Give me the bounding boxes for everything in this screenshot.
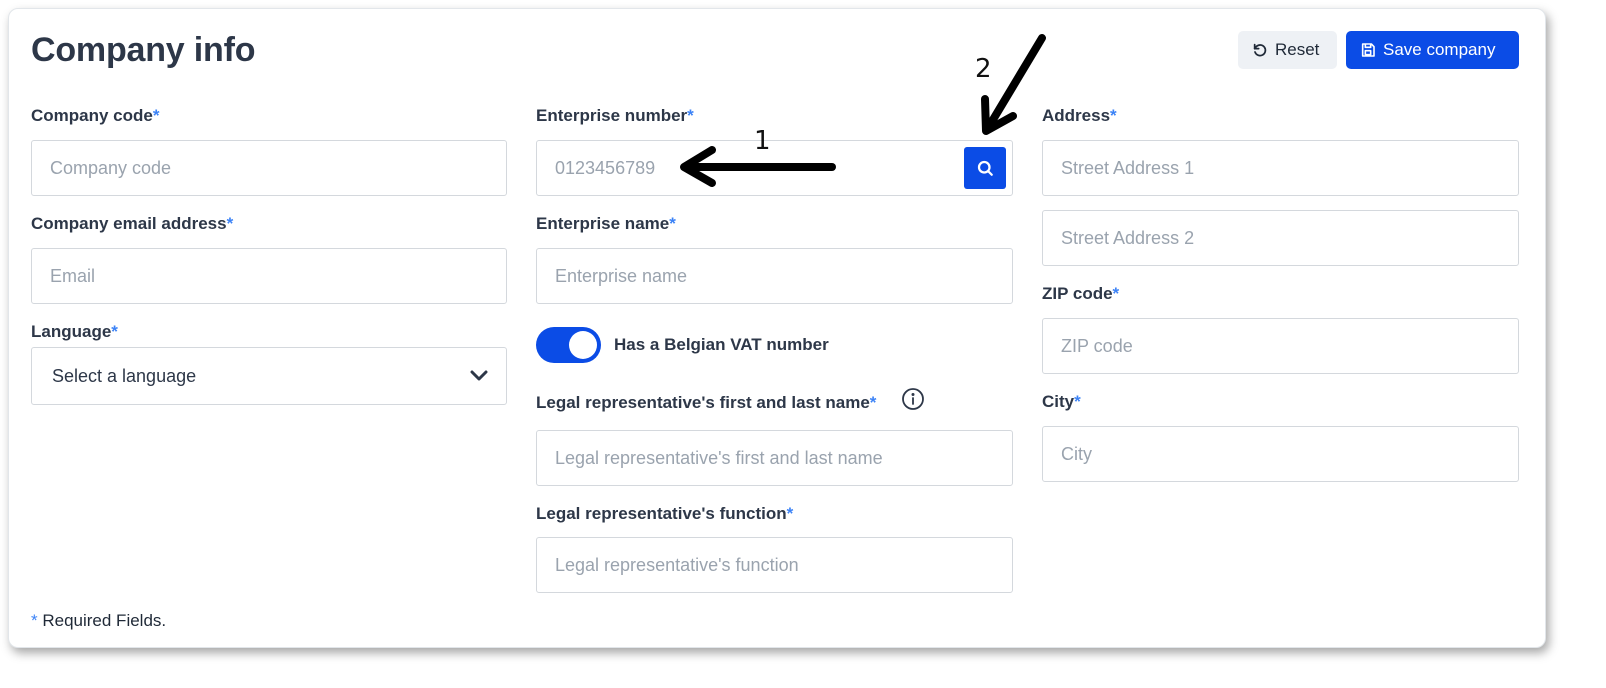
search-icon (977, 160, 993, 176)
enterprise-number-label: Enterprise number* (536, 106, 694, 125)
street-address-1-field (1042, 140, 1519, 196)
enterprise-name-label: Enterprise name* (536, 214, 676, 233)
legal-rep-name-label: Legal representative's first and last na… (536, 393, 877, 412)
reset-button[interactable]: Reset (1238, 31, 1337, 69)
language-label: Language* (31, 322, 118, 341)
language-select-value: Select a language (52, 365, 197, 386)
street-address-2-input[interactable] (1043, 211, 1518, 265)
street-address-2-field (1042, 210, 1519, 266)
annotation-number-1: 1 (754, 126, 771, 156)
city-input[interactable] (1043, 427, 1518, 481)
city-label: City* (1042, 392, 1081, 411)
required-fields-note: * Required Fields. (31, 611, 167, 630)
street-address-1-input[interactable] (1043, 141, 1518, 195)
undo-icon (1253, 43, 1267, 57)
company-info-card: Company info Reset Save company Company … (8, 8, 1546, 648)
legal-rep-function-label: Legal representative's function* (536, 504, 794, 523)
city-field (1042, 426, 1519, 482)
company-email-label: Company email address* (31, 214, 234, 233)
enterprise-name-field (536, 248, 1013, 304)
save-company-button[interactable]: Save company (1346, 31, 1519, 69)
legal-rep-name-input[interactable] (537, 431, 1012, 485)
zip-code-field (1042, 318, 1519, 374)
enterprise-number-field (536, 140, 1013, 196)
address-label: Address* (1042, 106, 1117, 125)
belgian-vat-label: Has a Belgian VAT number (614, 335, 829, 354)
enterprise-number-input[interactable] (537, 141, 1012, 195)
belgian-vat-toggle[interactable] (536, 327, 601, 363)
enterprise-name-input[interactable] (537, 249, 1012, 303)
chevron-down-icon (470, 370, 488, 381)
legal-rep-function-input[interactable] (537, 538, 1012, 592)
save-company-button-label: Save company (1383, 40, 1496, 59)
toggle-knob (569, 331, 597, 359)
floppy-disk-icon (1361, 43, 1375, 57)
company-code-input[interactable] (32, 141, 506, 195)
zip-code-label: ZIP code* (1042, 284, 1120, 303)
page-title: Company info (31, 31, 256, 69)
company-email-input[interactable] (32, 249, 506, 303)
enterprise-search-button[interactable] (964, 147, 1006, 189)
info-icon[interactable] (901, 387, 925, 411)
legal-rep-name-field (536, 430, 1013, 486)
zip-code-input[interactable] (1043, 319, 1518, 373)
company-code-label: Company code* (31, 106, 160, 125)
language-select[interactable]: Select a language (31, 347, 507, 405)
company-code-field (31, 140, 507, 196)
annotation-number-2: 2 (975, 54, 992, 84)
reset-button-label: Reset (1275, 40, 1320, 59)
company-email-field (31, 248, 507, 304)
legal-rep-function-field (536, 537, 1013, 593)
